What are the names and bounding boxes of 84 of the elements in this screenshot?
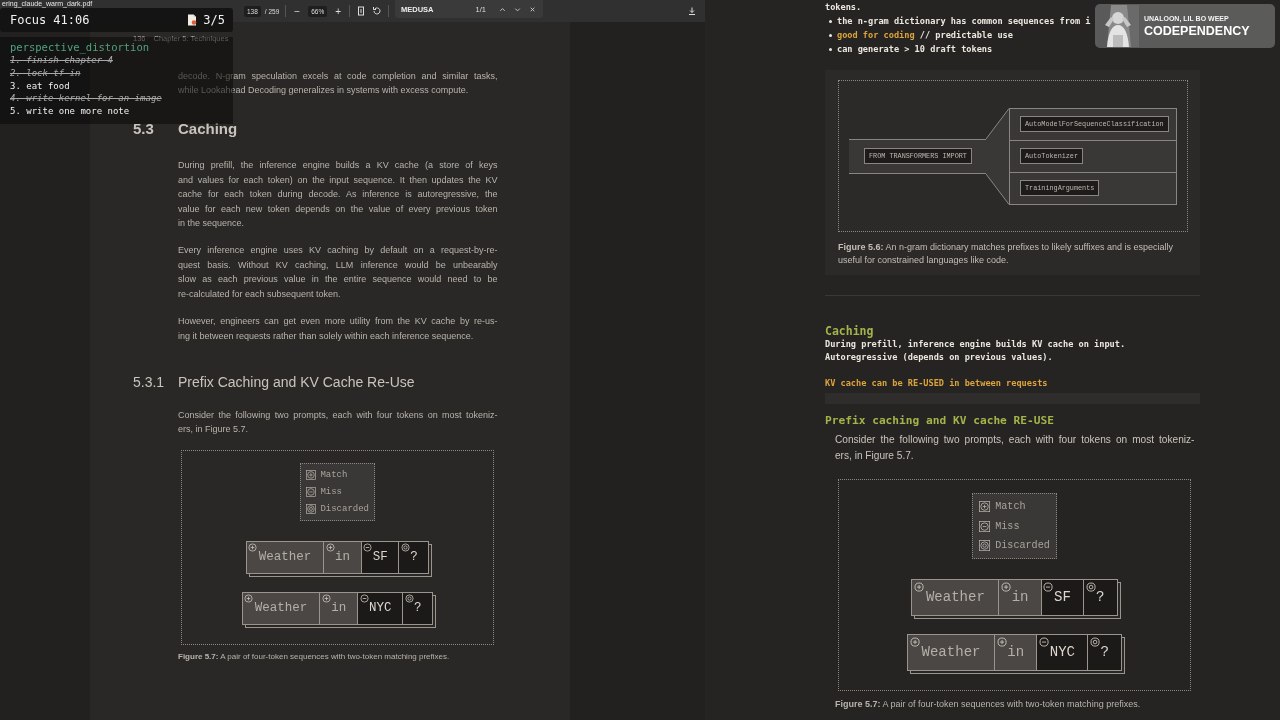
section-number: 5.3 (133, 120, 155, 138)
body-paragraph: Every inference engine uses KV caching by default on a request-by-re- quest basis. Without KV caching, LLM inference would be unbearably slow as each previous value in the entire sequence would need to be re-calculated for each subsequent token. (178, 244, 498, 301)
plus-circle-icon (321, 594, 331, 604)
section-number: 5.3.1 (133, 373, 166, 390)
plus-circle-icon (909, 636, 920, 647)
token-text: ? (410, 550, 418, 565)
download-icon[interactable] (687, 6, 697, 16)
minus-square-icon (306, 486, 316, 497)
todo-title: perspective_distortion (10, 41, 151, 54)
bullet-icon (829, 33, 832, 37)
plus-circle-icon (1001, 581, 1012, 592)
token-text: NYC (1049, 644, 1076, 661)
rotate-icon[interactable] (372, 6, 383, 16)
task-counter: 3/5 (203, 13, 225, 27)
figure-caption: Figure 5.6: An n-gram dictionary matches prefixes to likely suffixes and is especially useful for constrained languages like code. (838, 241, 1174, 267)
todo-item: 1. finish chapter 4 (10, 54, 113, 67)
note-text: Autoregressive (depends on previous values). (825, 351, 1054, 364)
todo-item: 3. eat food (10, 79, 70, 93)
plus-square-icon (306, 469, 316, 480)
fit-page-icon[interactable] (356, 6, 367, 16)
legend-label: Discarded (995, 539, 1050, 551)
legend-label: Miss (995, 520, 1020, 532)
todo-item: 5. write one more note (10, 105, 130, 118)
note-text: can generate > 10 draft tokens (837, 43, 993, 56)
note-text: good for coding // predictable use (837, 29, 1013, 42)
plus-circle-icon (325, 543, 335, 553)
note-text: During prefill, inference engine builds KV cache on input. (825, 338, 1127, 351)
bullet-icon (829, 47, 832, 51)
plus-circle-icon (914, 581, 925, 592)
todo-item: 2. lock tf in (10, 66, 81, 80)
body-paragraph: Consider the following two prompts, each with four tokens on most tokeniz- ers, in Figure 5.7. (178, 408, 498, 437)
token-text: ? (1096, 589, 1105, 606)
note-text: KV cache can be RE-USED in between requests (825, 377, 1049, 390)
bullet-icon (829, 19, 832, 23)
ring-circle-icon (1085, 581, 1096, 592)
plus-circle-icon (996, 636, 1007, 647)
legend-label: Miss (320, 486, 342, 497)
legend-label: Match (320, 469, 348, 480)
document-icon (187, 14, 198, 26)
token-text: NYC (368, 601, 392, 616)
zoom-out-button[interactable]: − (292, 5, 303, 17)
note-heading: Prefix caching and KV cache RE-USE (825, 413, 1055, 429)
zoom-in-button[interactable]: + (333, 5, 344, 17)
token-text: in (1007, 644, 1025, 661)
todo-item: 4. write kernel for an image (10, 92, 162, 106)
note-text: the n-gram dictionary has common sequences from i (837, 15, 1091, 28)
minus-square-icon (979, 520, 991, 532)
token-text: in (1011, 589, 1029, 606)
focus-timer: Focus 41:06 (10, 13, 91, 27)
minus-circle-icon (1043, 581, 1054, 592)
body-paragraph: Consider the following two prompts, each with four tokens on most tokeniz- ers, in Figure 5.7. (835, 433, 1195, 464)
figure-caption: Figure 5.7: A pair of four-token sequences with two-token matching prefixes. (178, 652, 451, 662)
token-text: Weather (254, 601, 308, 616)
token-text: SF (1054, 589, 1071, 606)
token-text: in (331, 601, 347, 616)
plus-circle-icon (248, 543, 258, 553)
song-title: CODEPENDENCY (1144, 23, 1250, 38)
plus-circle-icon (244, 594, 254, 604)
body-paragraph: However, engineers can get even more utility from the KV cache by re-us- ing it between requests rather than solely within each inference sequence. (178, 315, 498, 343)
legend-label: Discarded (320, 503, 369, 514)
ring-square-icon (306, 504, 316, 514)
ring-circle-icon (401, 543, 410, 553)
legend-label: Match (995, 501, 1026, 513)
minus-circle-icon (363, 543, 373, 553)
token-text: Weather (921, 644, 981, 661)
token-text: Weather (258, 550, 312, 565)
body-paragraph: decode. N-gram speculation excels at code completion and similar tasks, while Lookahead Decoding generalizes in systems with excess compute. (178, 70, 498, 98)
token-text: in (335, 550, 351, 565)
plus-square-icon (979, 501, 991, 513)
ring-square-icon (979, 539, 991, 551)
body-paragraph: During prefill, the inference engine builds a KV cache (a store of keys and values for each token) on the input sequence. It then updates the KV cache for each token during decode. As inference is autoregressive, the value for each new token depends on the value of every previous token in the sequence. (178, 159, 498, 231)
note-text: tokens. (825, 1, 863, 14)
ring-circle-icon (1090, 636, 1101, 647)
note-heading: Caching (825, 324, 875, 338)
section-title: Prefix Caching and KV Cache Re-Use (178, 373, 415, 390)
figure-caption: Figure 5.7: A pair of four-token sequences with two-token matching prefixes. (835, 699, 1142, 709)
token-text: ? (1100, 644, 1109, 661)
ring-circle-icon (404, 594, 414, 604)
token-text: SF (372, 550, 388, 565)
section-title: Caching (178, 120, 238, 138)
token-text: Weather (925, 589, 985, 606)
minus-circle-icon (1039, 636, 1050, 647)
minus-circle-icon (359, 594, 369, 604)
token-text: ? (414, 601, 422, 616)
